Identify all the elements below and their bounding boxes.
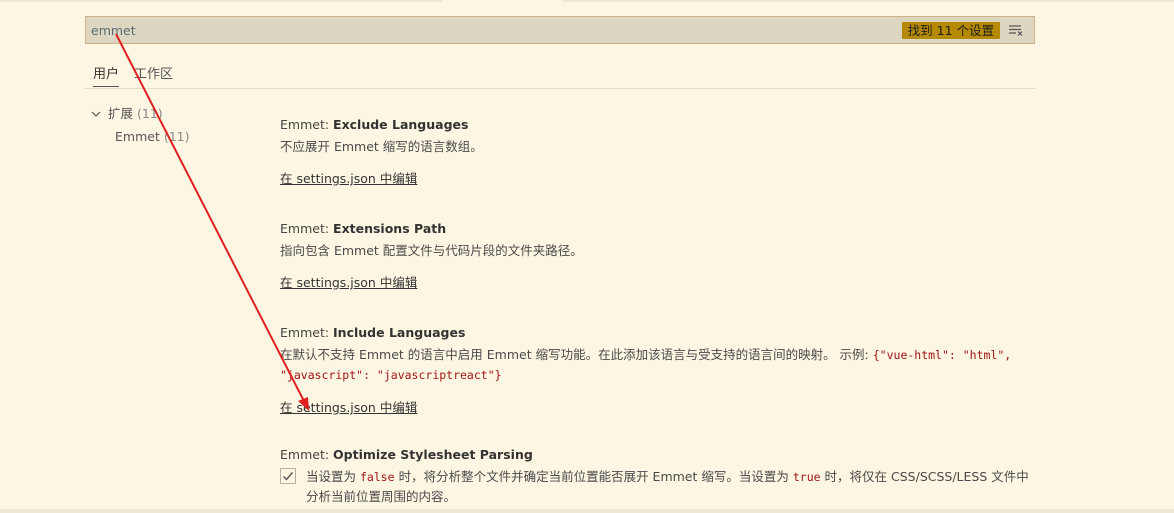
setting-description: 不应展开 Emmet 缩写的语言数组。 [280,139,483,154]
checkmark-icon [283,472,294,481]
tab-workspace[interactable]: 工作区 [134,64,173,86]
setting-description-code: false [359,470,395,484]
edit-in-settings-json-link[interactable]: 在 settings.json 中编辑 [280,168,417,187]
setting-description-code: true [792,470,821,484]
setting-title: Emmet: Extensions Path [280,220,1040,238]
setting-checkbox-row: 当设置为 false 时，将分析整个文件并确定当前位置能否展开 Emmet 缩写… [280,467,1040,506]
settings-search-input[interactable] [91,17,791,43]
settings-scope-tabs: 用户 工作区 [85,60,1035,89]
toc-item-label: Emmet [115,129,160,144]
setting-description-text: 当设置为 [306,469,360,484]
setting-exclude-languages: Emmet: Exclude Languages 不应展开 Emmet 缩写的语… [280,116,1040,187]
setting-description: 指向包含 Emmet 配置文件与代码片段的文件夹路径。 [280,243,583,258]
setting-optimize-stylesheet-parsing: Emmet: Optimize Stylesheet Parsing 当设置为 … [280,446,1040,506]
setting-description: 当设置为 false 时，将分析整个文件并确定当前位置能否展开 Emmet 缩写… [306,467,1036,506]
edit-in-settings-json-link[interactable]: 在 settings.json 中编辑 [280,397,417,416]
toc-group-count: (11) [137,106,163,121]
settings-search-box[interactable]: 找到 11 个设置 [85,16,1035,44]
chevron-down-icon [91,111,101,117]
clear-filter-icon[interactable] [1008,23,1024,37]
setting-category: Emmet: [280,325,334,340]
setting-include-languages: Emmet: Include Languages 在默认不支持 Emmet 的语… [280,324,1040,416]
toc-group-extensions[interactable]: 扩展 (11) [88,104,268,124]
setting-title: Emmet: Optimize Stylesheet Parsing [280,446,1040,464]
top-separator-left [0,0,442,2]
setting-category: Emmet: [280,447,334,462]
toc-group-label: 扩展 [108,106,134,121]
search-result-count-badge: 找到 11 个设置 [901,22,1000,39]
setting-title: Emmet: Include Languages [280,324,1040,342]
toc-item-emmet[interactable]: Emmet (11) [88,127,268,147]
bottom-separator [0,509,1174,513]
setting-description-text: 在默认不支持 Emmet 的语言中启用 Emmet 缩写功能。在此添加该语言与受… [280,347,873,362]
setting-extensions-path: Emmet: Extensions Path 指向包含 Emmet 配置文件与代… [280,220,1040,291]
setting-label: Include Languages [333,325,466,340]
tab-user[interactable]: 用户 [93,64,120,87]
setting-category: Emmet: [280,117,334,132]
optimize-stylesheet-parsing-checkbox[interactable] [280,468,296,484]
setting-description-text: 时，将分析整个文件并确定当前位置能否展开 Emmet 缩写。当设置为 [394,469,793,484]
annotation-arrow-line [115,33,307,406]
edit-in-settings-json-link[interactable]: 在 settings.json 中编辑 [280,272,417,291]
setting-label: Optimize Stylesheet Parsing [333,447,533,462]
setting-title: Emmet: Exclude Languages [280,116,1040,134]
setting-label: Extensions Path [333,221,447,236]
toc-item-count: (11) [163,129,190,144]
setting-label: Exclude Languages [333,117,469,132]
top-separator-right [563,0,1174,2]
settings-table-of-contents: 扩展 (11) Emmet (11) [88,104,268,147]
setting-category: Emmet: [280,221,334,236]
setting-description: 在默认不支持 Emmet 的语言中启用 Emmet 缩写功能。在此添加该语言与受… [280,345,1040,385]
